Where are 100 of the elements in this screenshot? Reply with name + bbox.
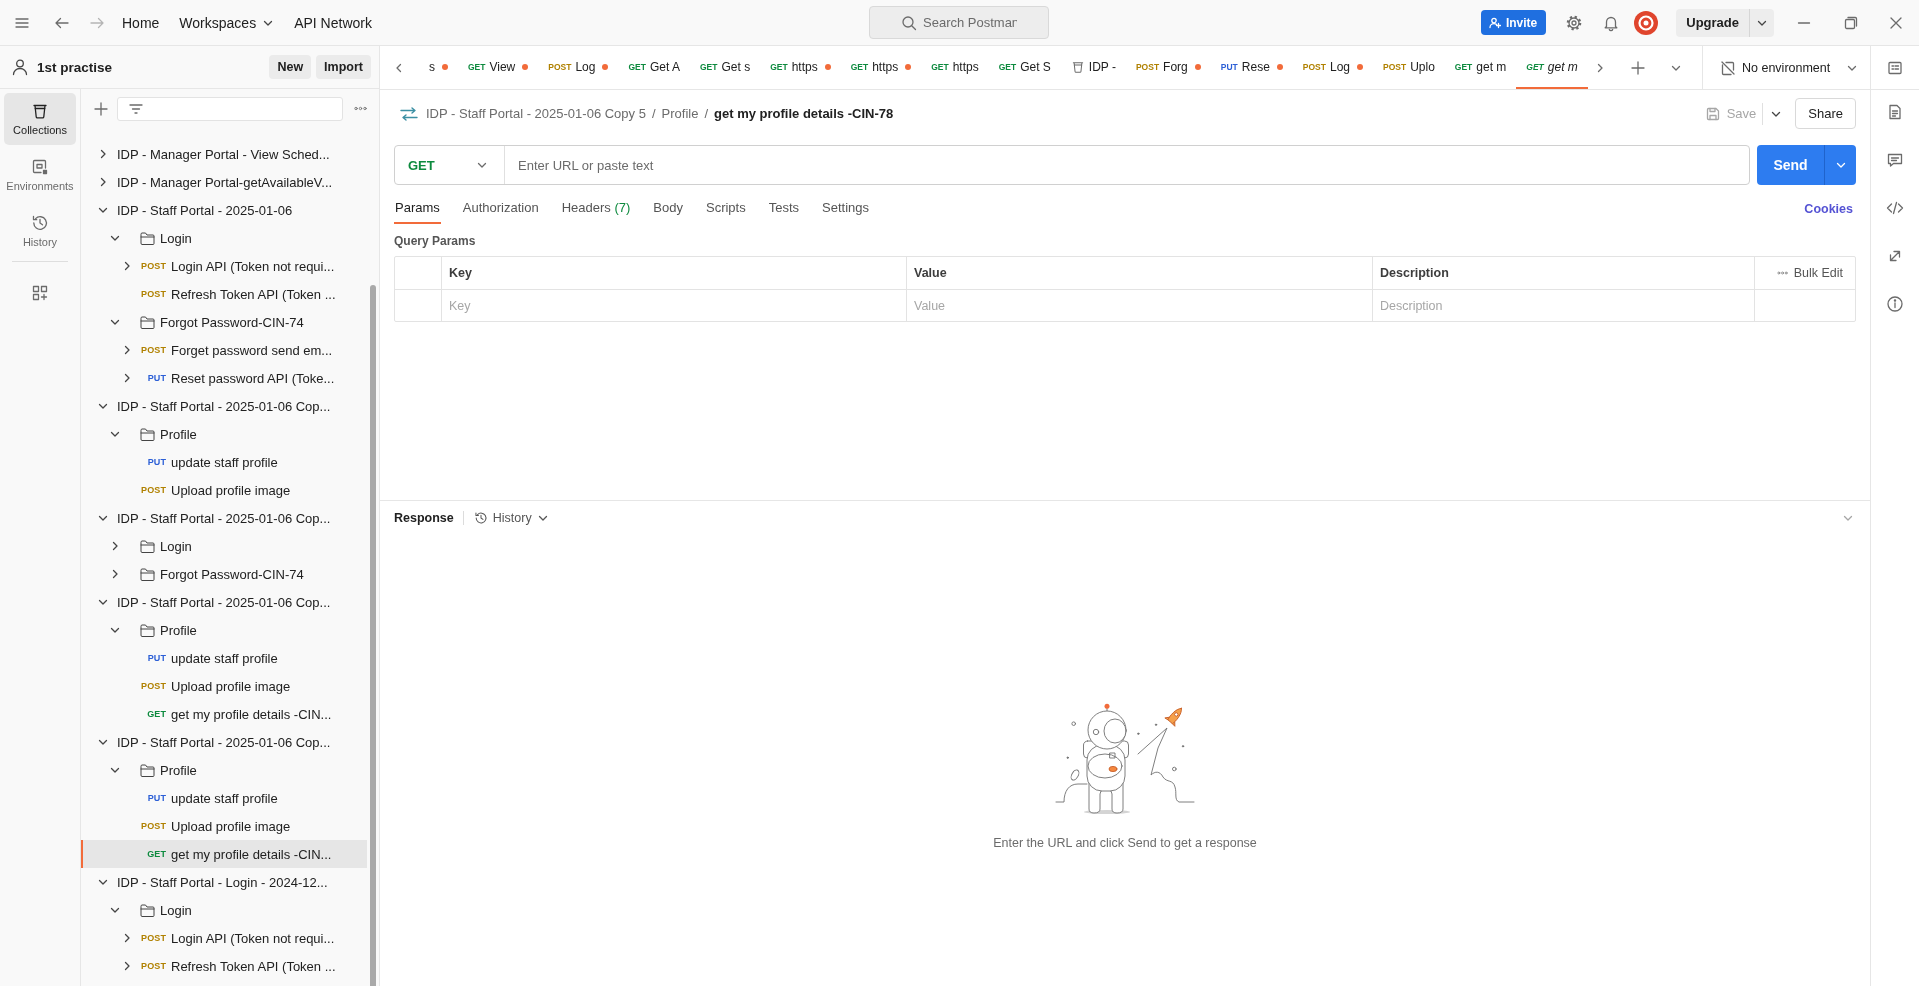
- scrollbar-thumb[interactable]: [370, 285, 376, 986]
- tree-item[interactable]: POST Upload profile image: [81, 672, 367, 700]
- info-icon[interactable]: [1886, 295, 1904, 313]
- editor-tab[interactable]: GET get m: [1444, 46, 1517, 89]
- tree-item[interactable]: POST Login API (Token not requi...: [81, 924, 367, 952]
- editor-tab[interactable]: GET https: [840, 46, 922, 89]
- bulk-edit-link[interactable]: Bulk Edit: [1793, 266, 1843, 280]
- list-panel-icon[interactable]: [1887, 59, 1903, 76]
- sidebar-nav-item[interactable]: History: [4, 205, 76, 257]
- more-icon[interactable]: [354, 106, 367, 111]
- request-tab[interactable]: Settings: [821, 193, 871, 224]
- request-tab[interactable]: Params: [394, 193, 441, 224]
- share-button[interactable]: Share: [1795, 98, 1856, 129]
- settings-icon[interactable]: [1565, 13, 1584, 32]
- tree-item[interactable]: IDP - Staff Portal - 2025-01-06 Cop...: [81, 392, 367, 420]
- tree-item[interactable]: POST Upload profile image: [81, 812, 367, 840]
- tree-item[interactable]: Forgot Password-CIN-74: [81, 308, 367, 336]
- tree-item[interactable]: Profile: [81, 616, 367, 644]
- editor-tab[interactable]: s: [419, 46, 458, 89]
- invite-button[interactable]: Invite: [1480, 10, 1547, 35]
- environment-dropdown[interactable]: No environment: [1702, 46, 1870, 89]
- editor-tab[interactable]: POST Log: [538, 46, 619, 89]
- editor-tab[interactable]: GET Get A: [618, 46, 690, 89]
- tree-item[interactable]: IDP - Staff Portal - 2025-01-06 Cop...: [81, 588, 367, 616]
- tree-item[interactable]: Forgot Password-CIN-74: [81, 560, 367, 588]
- document-icon[interactable]: [1886, 103, 1904, 121]
- tree-item[interactable]: Login: [81, 224, 367, 252]
- tree-item[interactable]: IDP - Manager Portal - View Sched...: [81, 140, 367, 168]
- tree-item[interactable]: PUT Reset password API (Toke...: [81, 364, 367, 392]
- tree-item[interactable]: POST Forget password send em...: [81, 336, 367, 364]
- method-label: POST: [141, 289, 166, 299]
- tree-item[interactable]: IDP - Manager Portal-getAvailableV...: [81, 168, 367, 196]
- filter-field[interactable]: [117, 96, 343, 121]
- sidebar-nav-item[interactable]: Environments: [4, 149, 76, 201]
- editor-tab[interactable]: GET View: [458, 46, 539, 89]
- breadcrumb-separator: /: [651, 106, 656, 121]
- tree-item[interactable]: Profile: [81, 420, 367, 448]
- method-label: POST: [1302, 61, 1326, 72]
- plus-icon[interactable]: [93, 100, 109, 117]
- folder-icon: [140, 315, 155, 329]
- tree-item[interactable]: IDP - Staff Portal - Login - 2024-12...: [81, 868, 367, 896]
- editor-tab[interactable]: GET Get S: [988, 46, 1061, 89]
- column-header: Value: [914, 266, 947, 280]
- tree-item[interactable]: PUT update staff profile: [81, 644, 367, 672]
- method-dropdown[interactable]: GET: [395, 146, 505, 184]
- code-icon[interactable]: [1886, 199, 1904, 217]
- editor-tab[interactable]: GET https: [760, 46, 841, 89]
- editor-tab[interactable]: POST Forg: [1125, 46, 1211, 89]
- method-label: POST: [141, 821, 166, 831]
- panel-icon: [31, 158, 49, 176]
- breadcrumb-item[interactable]: IDP - Staff Portal - 2025-01-06 Copy 5: [426, 106, 646, 121]
- tree-item[interactable]: Profile: [81, 756, 367, 784]
- request-tab[interactable]: Authorization: [461, 193, 540, 224]
- request-tab[interactable]: Scripts: [705, 193, 747, 224]
- top-nav-link[interactable]: Workspaces: [179, 8, 275, 37]
- tree-item[interactable]: PUT update staff profile: [81, 784, 367, 812]
- tree-item[interactable]: GET get my profile details -CIN...: [81, 700, 367, 728]
- sidebar-nav-item[interactable]: Collections: [4, 93, 76, 145]
- tree-item[interactable]: Login: [81, 532, 367, 560]
- breadcrumb-item[interactable]: Profile: [661, 106, 699, 121]
- tree-item[interactable]: IDP - Staff Portal - 2025-01-06 Cop...: [81, 728, 367, 756]
- tree-item[interactable]: POST Login API (Token not requi...: [81, 252, 367, 280]
- tree-item[interactable]: PUT update staff profile: [81, 448, 367, 476]
- import-button[interactable]: Import: [316, 55, 371, 79]
- editor-tab[interactable]: GET Get s: [690, 46, 761, 89]
- tree-item[interactable]: POST Refresh Token API (Token ...: [81, 952, 367, 980]
- tree-item[interactable]: GET get my profile details -CIN...: [81, 840, 367, 868]
- request-url-bar[interactable]: GET Enter URL or paste text: [394, 145, 1750, 185]
- request-tab[interactable]: Tests: [767, 193, 801, 224]
- param-field[interactable]: Value: [914, 293, 1365, 318]
- cookies-link[interactable]: Cookies: [1804, 193, 1853, 224]
- tree-item[interactable]: IDP - Staff Portal - 2025-01-06 Cop...: [81, 504, 367, 532]
- restore-icon[interactable]: [1843, 14, 1859, 31]
- request-tab[interactable]: Headers (7): [560, 193, 632, 224]
- editor-tab[interactable]: POST Log: [1292, 46, 1373, 89]
- url-field[interactable]: Enter URL or paste text: [505, 146, 1749, 184]
- history-icon: [473, 511, 488, 525]
- user-plus-icon: [1488, 16, 1501, 29]
- top-nav-link[interactable]: API Network: [294, 8, 372, 37]
- more-icon[interactable]: [1776, 271, 1788, 275]
- method-label: POST: [1135, 61, 1160, 72]
- grid-plus-icon[interactable]: [31, 284, 49, 302]
- plus-icon[interactable]: [1630, 59, 1646, 76]
- editor-tab[interactable]: GET get m: [1516, 46, 1588, 89]
- tree-item[interactable]: POST Refresh Token API (Token ...: [81, 280, 367, 308]
- tree-item[interactable]: POST Upload profile image: [81, 476, 367, 504]
- tree-item[interactable]: IDP - Staff Portal - 2025-01-06: [81, 196, 367, 224]
- comment-icon[interactable]: [1886, 151, 1904, 169]
- request-tab[interactable]: Body: [652, 193, 684, 224]
- param-field[interactable]: Key: [449, 293, 899, 318]
- new-button[interactable]: New: [269, 55, 312, 79]
- editor-tab[interactable]: PUT Rese: [1210, 46, 1293, 89]
- top-nav-link[interactable]: Home: [122, 8, 160, 37]
- tree-item[interactable]: Login: [81, 896, 367, 924]
- avatar-icon[interactable]: [1634, 10, 1659, 35]
- param-field[interactable]: Description: [1380, 293, 1747, 318]
- history-dropdown[interactable]: History: [473, 511, 549, 525]
- editor-tab[interactable]: POST Uplo: [1373, 46, 1445, 89]
- editor-tab[interactable]: IDP -: [1060, 46, 1126, 89]
- editor-tab[interactable]: GET https: [921, 46, 989, 89]
